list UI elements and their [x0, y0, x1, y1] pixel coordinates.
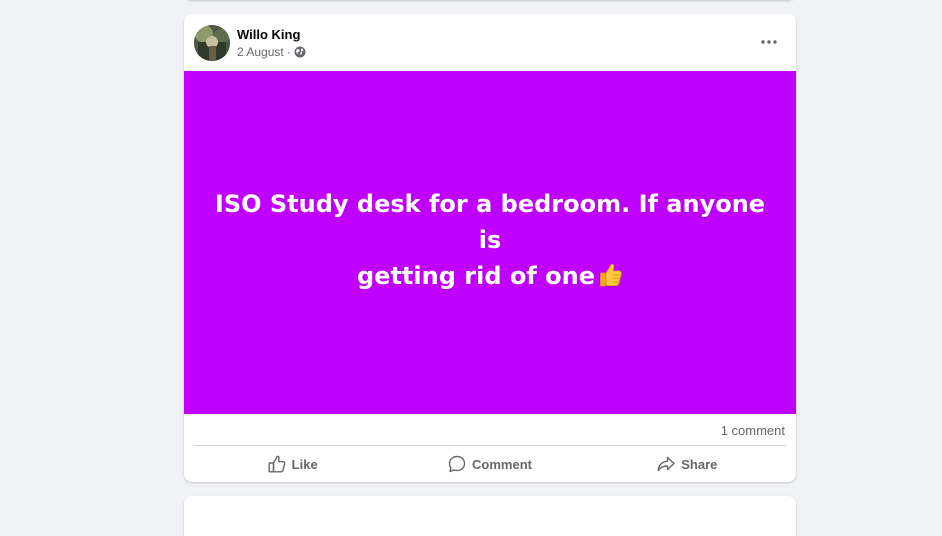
post-meta: 2 August ·: [237, 45, 306, 59]
next-post-card: [184, 496, 796, 536]
post-date[interactable]: 2 August: [237, 45, 284, 59]
comment-label: Comment: [472, 456, 532, 472]
share-label: Share: [681, 456, 718, 472]
post-header: Willo King 2 August ·: [184, 14, 796, 71]
post-actions: Like Comment Share: [194, 446, 786, 482]
like-label: Like: [291, 456, 318, 472]
post-text-line-2: getting rid of one: [357, 261, 595, 290]
post-card: Willo King 2 August · ISO Study desk for…: [184, 14, 796, 482]
more-options-button[interactable]: [751, 26, 787, 58]
like-button[interactable]: Like: [194, 446, 391, 482]
thumbs-up-outline-icon: [268, 455, 286, 473]
share-button[interactable]: Share: [589, 446, 786, 482]
thumbs-up-icon: [600, 263, 622, 286]
post-background: ISO Study desk for a bedroom. If anyone …: [184, 71, 796, 414]
meta-separator: ·: [286, 45, 291, 59]
post-text: ISO Study desk for a bedroom. If anyone …: [210, 186, 770, 294]
comment-button[interactable]: Comment: [391, 446, 588, 482]
author-name[interactable]: Willo King: [237, 27, 300, 42]
author-avatar[interactable]: [194, 25, 230, 61]
reactions-summary-row: 1 comment: [194, 414, 786, 446]
globe-icon[interactable]: [294, 46, 306, 58]
post-text-line-1: ISO Study desk for a bedroom. If anyone …: [214, 189, 766, 254]
speech-bubble-icon: [448, 455, 466, 473]
comment-count-link[interactable]: 1 comment: [721, 423, 785, 438]
more-options-icon: [761, 40, 777, 44]
share-arrow-icon: [657, 456, 675, 472]
